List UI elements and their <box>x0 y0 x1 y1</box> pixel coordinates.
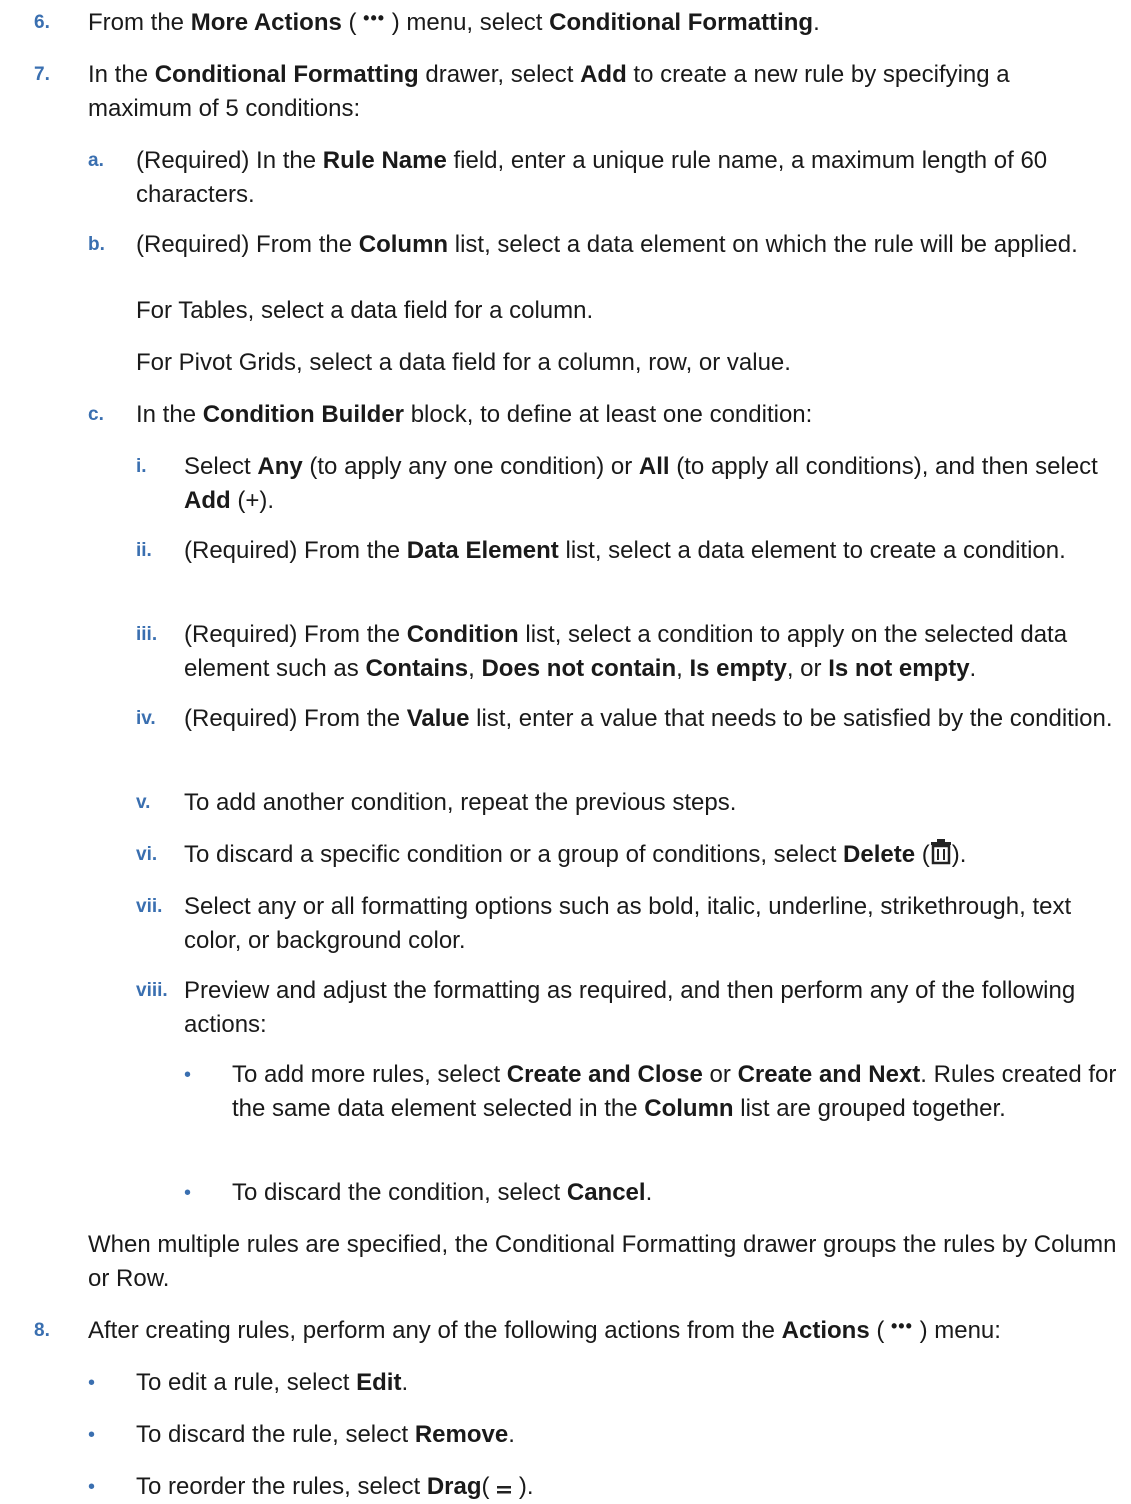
bullet: • <box>88 1476 96 1498</box>
bullet-text: To reorder the rules, select Drag( ). <box>136 1473 534 1500</box>
step-number: 6. <box>34 12 50 33</box>
drag-icon <box>497 1486 512 1494</box>
step-text: After creating rules, perform any of the… <box>88 1316 1001 1344</box>
step-number: viii. <box>136 980 168 1001</box>
step-text: (Required) From the Value list, enter a … <box>184 705 1113 732</box>
step-number: iv. <box>136 708 156 729</box>
bullet: • <box>88 1424 96 1446</box>
step-number: 7. <box>34 64 50 85</box>
step-text: Preview and adjust the formatting as req… <box>184 977 1076 1038</box>
step-number: a. <box>88 150 104 171</box>
step-text: Select any or all formatting options suc… <box>184 893 1072 954</box>
more-actions-icon: ••• <box>363 8 386 28</box>
step-number: c. <box>88 404 104 425</box>
bullet: • <box>184 1182 192 1204</box>
more-actions-icon: ••• <box>891 1316 913 1336</box>
step-text: Select Any (to apply any one condition) … <box>184 453 1098 514</box>
step-text: (Required) From the Column list, select … <box>136 231 1078 258</box>
step-text: (Required) In the Rule Name field, enter… <box>136 147 1048 208</box>
step-number: vi. <box>136 844 158 865</box>
step-text: To discard a specific condition or a gro… <box>184 839 967 868</box>
step-number: iii. <box>136 624 158 645</box>
bullet-text: To add more rules, select Create and Clo… <box>232 1061 1117 1122</box>
paragraph: When multiple rules are specified, the C… <box>88 1231 1117 1292</box>
step-text: (Required) From the Condition list, sele… <box>184 621 1068 682</box>
bullet: • <box>184 1064 192 1086</box>
step-number: 8. <box>34 1320 50 1341</box>
step-text: In the Conditional Formatting drawer, se… <box>88 61 1010 122</box>
paragraph: For Pivot Grids, select a data field for… <box>136 349 791 376</box>
step-number: vii. <box>136 896 163 917</box>
paragraph: For Tables, select a data field for a co… <box>136 297 594 324</box>
step-text: In the Condition Builder block, to defin… <box>136 401 813 428</box>
bullet-text: To discard the condition, select Cancel. <box>232 1179 653 1206</box>
step-text: From the More Actions ( ••• ) menu, sele… <box>88 8 820 36</box>
delete-icon <box>930 839 951 865</box>
step-text: (Required) From the Data Element list, s… <box>184 537 1066 564</box>
bullet-text: To discard the rule, select Remove. <box>136 1421 515 1448</box>
bullet-text: To edit a rule, select Edit. <box>136 1369 409 1396</box>
step-number: v. <box>136 792 151 813</box>
step-number: i. <box>136 456 147 477</box>
step-number: ii. <box>136 540 152 561</box>
bullet: • <box>88 1372 96 1394</box>
step-text: To add another condition, repeat the pre… <box>184 789 737 816</box>
instruction-document: 6. From the More Actions ( ••• ) menu, s… <box>0 0 1131 1500</box>
step-number: b. <box>88 234 105 255</box>
